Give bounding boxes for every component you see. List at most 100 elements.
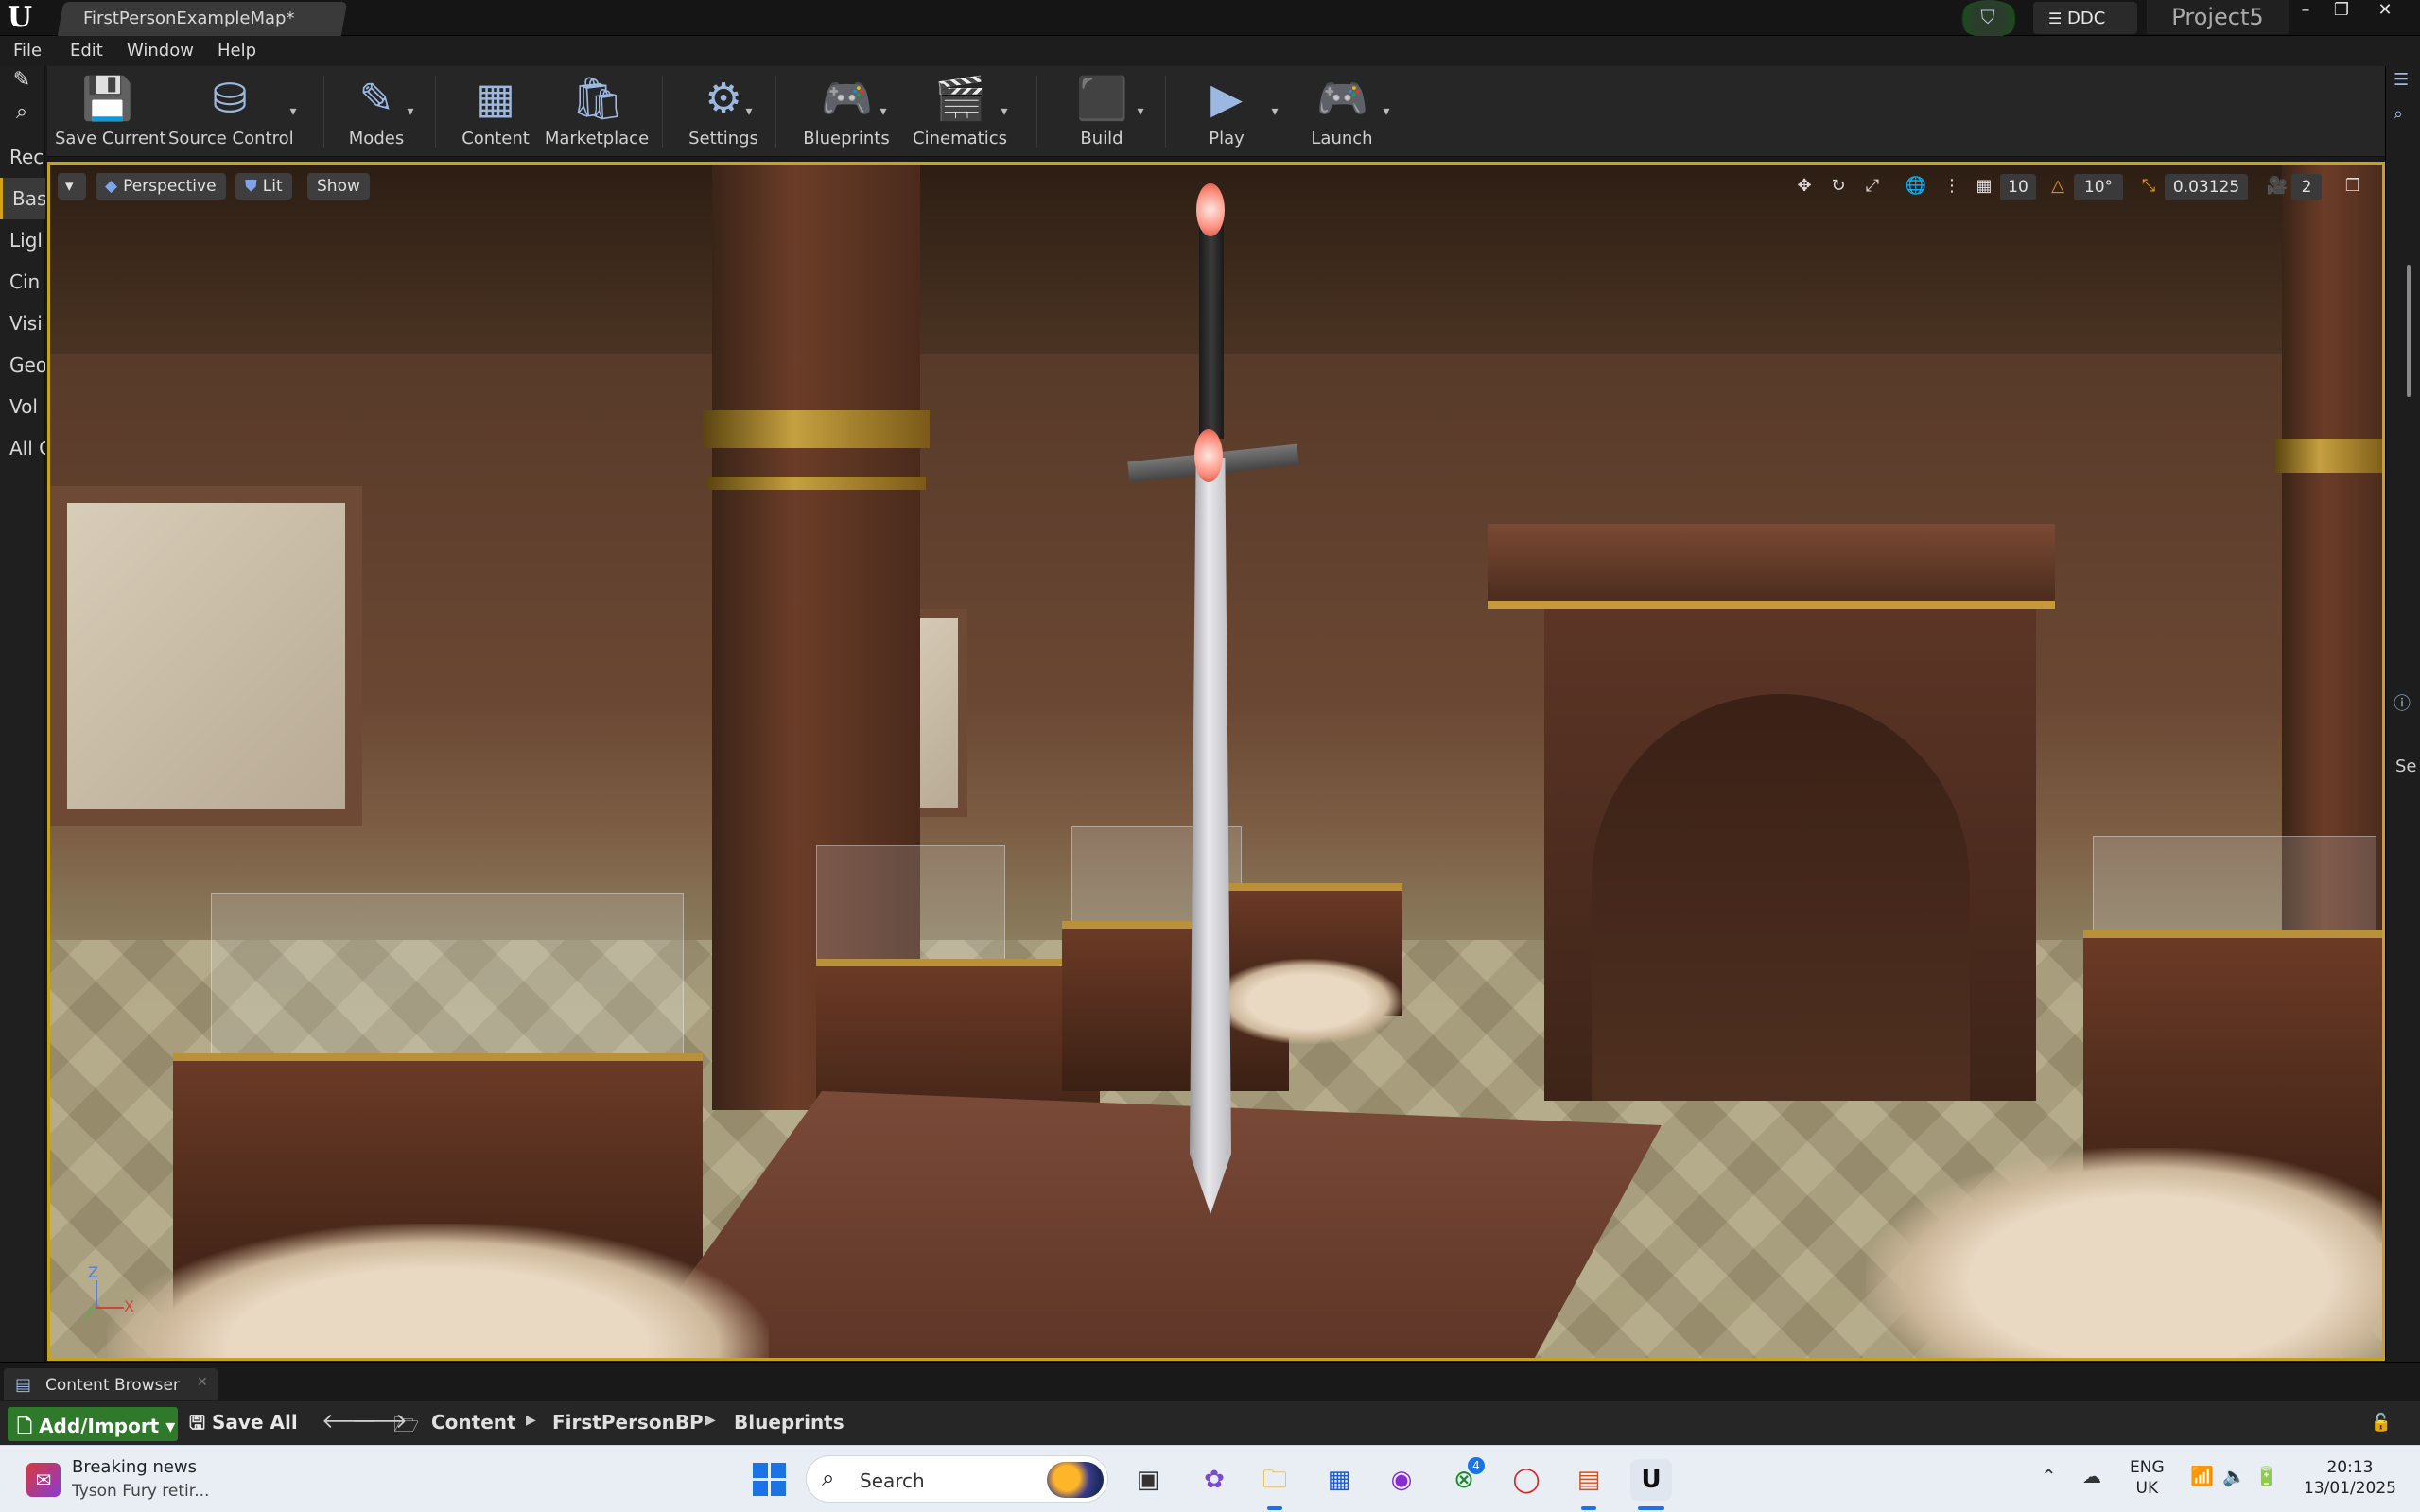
list-icon[interactable]: ☰ — [2394, 70, 2409, 90]
close-button[interactable]: ✕ — [2368, 0, 2402, 23]
save-current-button[interactable]: 💾 Save Current — [55, 74, 166, 153]
close-tab-icon[interactable]: ✕ — [197, 1375, 208, 1390]
scale-mode-icon[interactable]: ⤢ — [1858, 170, 1887, 202]
opera-icon[interactable]: ◯ — [1506, 1459, 1547, 1501]
save-all-button[interactable]: 🖫 Save All — [189, 1409, 298, 1441]
search-icon[interactable]: ⌕ — [2394, 104, 2403, 124]
play-dropdown-icon[interactable]: ▾ — [1267, 104, 1282, 119]
menu-help[interactable]: Help — [218, 41, 256, 61]
breadcrumb-blueprints[interactable]: Blueprints — [734, 1411, 844, 1434]
modes-dropdown-icon[interactable]: ▾ — [403, 104, 418, 119]
show-hidden-icons-chevron-icon[interactable]: ⌃ — [2041, 1465, 2057, 1487]
ddc-button[interactable]: ☰ DDC — [2033, 2, 2137, 34]
rotation-snap-icon[interactable]: △ — [2044, 170, 2072, 202]
marketplace-icon: 🛍 — [571, 75, 624, 123]
save-current-label: Save Current — [55, 129, 166, 148]
scale-snap-icon[interactable]: ⤡ — [2134, 170, 2163, 202]
cinematics-dropdown-icon[interactable]: ▾ — [997, 104, 1012, 119]
viewport-transform-toolbar: ✥ ↻ ⤢ 🌐 ⋮ ▦ 10 △ 10° ⤡ 0.03125 🎥 2 ❐ — [1790, 170, 2376, 202]
taskbar-search-label: Search — [860, 1469, 925, 1492]
world-local-icon[interactable]: 🌐 — [1902, 170, 1930, 202]
marketplace-label: Marketplace — [544, 129, 650, 148]
build-icon: ⬛ — [1076, 75, 1128, 123]
show-button[interactable]: Show — [307, 173, 370, 200]
category-basic[interactable]: Bas — [0, 178, 45, 219]
lit-button[interactable]: ⛊ Lit — [235, 173, 292, 200]
battery-icon[interactable]: 🔋 — [2255, 1465, 2278, 1487]
breadcrumb-content[interactable]: Content — [431, 1411, 516, 1434]
grid-snap-icon[interactable]: ▦ — [1970, 170, 1998, 202]
system-clock[interactable]: 20:13 13/01/2025 — [2304, 1457, 2396, 1499]
breadcrumb-firstpersonbp[interactable]: FirstPersonBP — [552, 1411, 704, 1434]
maximize-button[interactable]: ❐ — [2324, 0, 2359, 23]
level-viewport[interactable]: ▾ ◆ Perspective ⛊ Lit Show ✥ ↻ ⤢ 🌐 ⋮ ▦ 10 … — [47, 162, 2385, 1361]
settings-dropdown-icon[interactable]: ▾ — [741, 104, 757, 119]
category-volumes[interactable]: Vol — [0, 386, 45, 427]
place-mode-icon[interactable]: ✎ — [6, 68, 38, 96]
news-widget-headline[interactable]: Tyson Fury retir... — [72, 1482, 209, 1501]
lock-icon[interactable]: 🔓 — [2371, 1413, 2392, 1433]
running-indicator — [1267, 1506, 1282, 1510]
perspective-button[interactable]: ◆ Perspective — [96, 173, 226, 200]
search-modes-icon[interactable]: ⌕ — [6, 100, 38, 129]
breadcrumb-separator-icon[interactable]: ▶ — [526, 1413, 536, 1428]
menu-edit[interactable]: Edit — [70, 41, 103, 61]
copilot-icon[interactable]: ✿ — [1193, 1459, 1235, 1501]
rotation-snap-value[interactable]: 10° — [2074, 174, 2123, 200]
viewport-options-button[interactable]: ▾ — [58, 173, 86, 200]
file-explorer-icon[interactable]: 🗀 — [1254, 1459, 1296, 1501]
onedrive-icon[interactable]: ☁ — [2082, 1465, 2101, 1487]
camera-speed-icon[interactable]: 🎥 — [2263, 170, 2291, 202]
wifi-icon[interactable]: 📶 — [2190, 1465, 2214, 1487]
maximize-viewport-icon[interactable]: ❐ — [2339, 170, 2367, 202]
surface-snap-icon[interactable]: ⋮ — [1938, 170, 1966, 202]
clock-time: 20:13 — [2326, 1458, 2374, 1477]
info-icon[interactable]: ⓘ — [2394, 690, 2411, 715]
source-control-status-icon: ⛉ — [1980, 6, 1995, 28]
podcast-app-icon[interactable]: ◉ — [1381, 1459, 1422, 1501]
menu-file[interactable]: File — [13, 41, 42, 61]
source-control-button[interactable]: ⛁ Source Control — [168, 74, 294, 153]
settings-button[interactable]: ⚙ Settings — [671, 74, 775, 153]
unreal-logo-icon[interactable]: U — [4, 2, 36, 34]
category-visual-effects[interactable]: Visi — [0, 303, 45, 344]
start-button[interactable] — [753, 1463, 787, 1497]
microsoft-store-icon[interactable]: ▦ — [1318, 1459, 1360, 1501]
scale-snap-value[interactable]: 0.03125 — [2165, 174, 2248, 200]
category-all-classes[interactable]: All C — [0, 427, 45, 469]
volume-icon[interactable]: 🔈 — [2222, 1465, 2246, 1487]
translate-mode-icon[interactable]: ✥ — [1790, 170, 1819, 202]
category-geometry[interactable]: Geo — [0, 344, 45, 386]
add-import-button[interactable]: 🗋 Add/Import ▾ — [8, 1407, 178, 1441]
source-control-dropdown-icon[interactable]: ▾ — [286, 104, 301, 119]
toolbar-separator — [1036, 76, 1037, 148]
task-view-icon[interactable]: ▣ — [1127, 1459, 1169, 1501]
content-browser-tab[interactable]: ▤ Content Browser ✕ — [4, 1368, 218, 1400]
category-lights[interactable]: Ligl — [0, 219, 45, 261]
rotate-mode-icon[interactable]: ↻ — [1824, 170, 1853, 202]
news-widget-icon[interactable]: ✉ — [26, 1463, 61, 1497]
build-dropdown-icon[interactable]: ▾ — [1133, 104, 1148, 119]
category-recent[interactable]: Rec — [0, 136, 45, 178]
powerpoint-icon[interactable]: ▤ — [1568, 1459, 1610, 1501]
play-button[interactable]: ▶ Play — [1175, 74, 1279, 153]
grid-snap-value[interactable]: 10 — [2000, 174, 2036, 200]
sword-guard-gem — [1194, 429, 1223, 482]
cinematics-icon: 🎬 — [934, 75, 986, 123]
menu-window[interactable]: Window — [127, 41, 194, 61]
unreal-engine-taskbar-icon[interactable]: U — [1630, 1459, 1672, 1501]
category-cinematic[interactable]: Cin — [0, 261, 45, 303]
news-widget-title[interactable]: Breaking news — [72, 1457, 197, 1477]
input-language[interactable]: ENG UK — [2130, 1457, 2165, 1499]
marketplace-button[interactable]: 🛍 Marketplace — [539, 74, 654, 153]
outliner-scrollbar[interactable] — [2407, 265, 2411, 397]
breadcrumb-separator-icon[interactable]: ▶ — [705, 1413, 716, 1428]
camera-speed-value[interactable]: 2 — [2291, 174, 2322, 200]
blueprints-dropdown-icon[interactable]: ▾ — [876, 104, 891, 119]
folder-icon[interactable]: 🗁 — [393, 1409, 419, 1445]
toolbar-separator — [662, 76, 663, 148]
minimize-button[interactable]: – — [2289, 0, 2323, 23]
content-button[interactable]: ▦ Content — [452, 74, 539, 153]
taskbar-search-box[interactable]: ⌕ Search — [806, 1455, 1108, 1503]
launch-dropdown-icon[interactable]: ▾ — [1379, 104, 1394, 119]
